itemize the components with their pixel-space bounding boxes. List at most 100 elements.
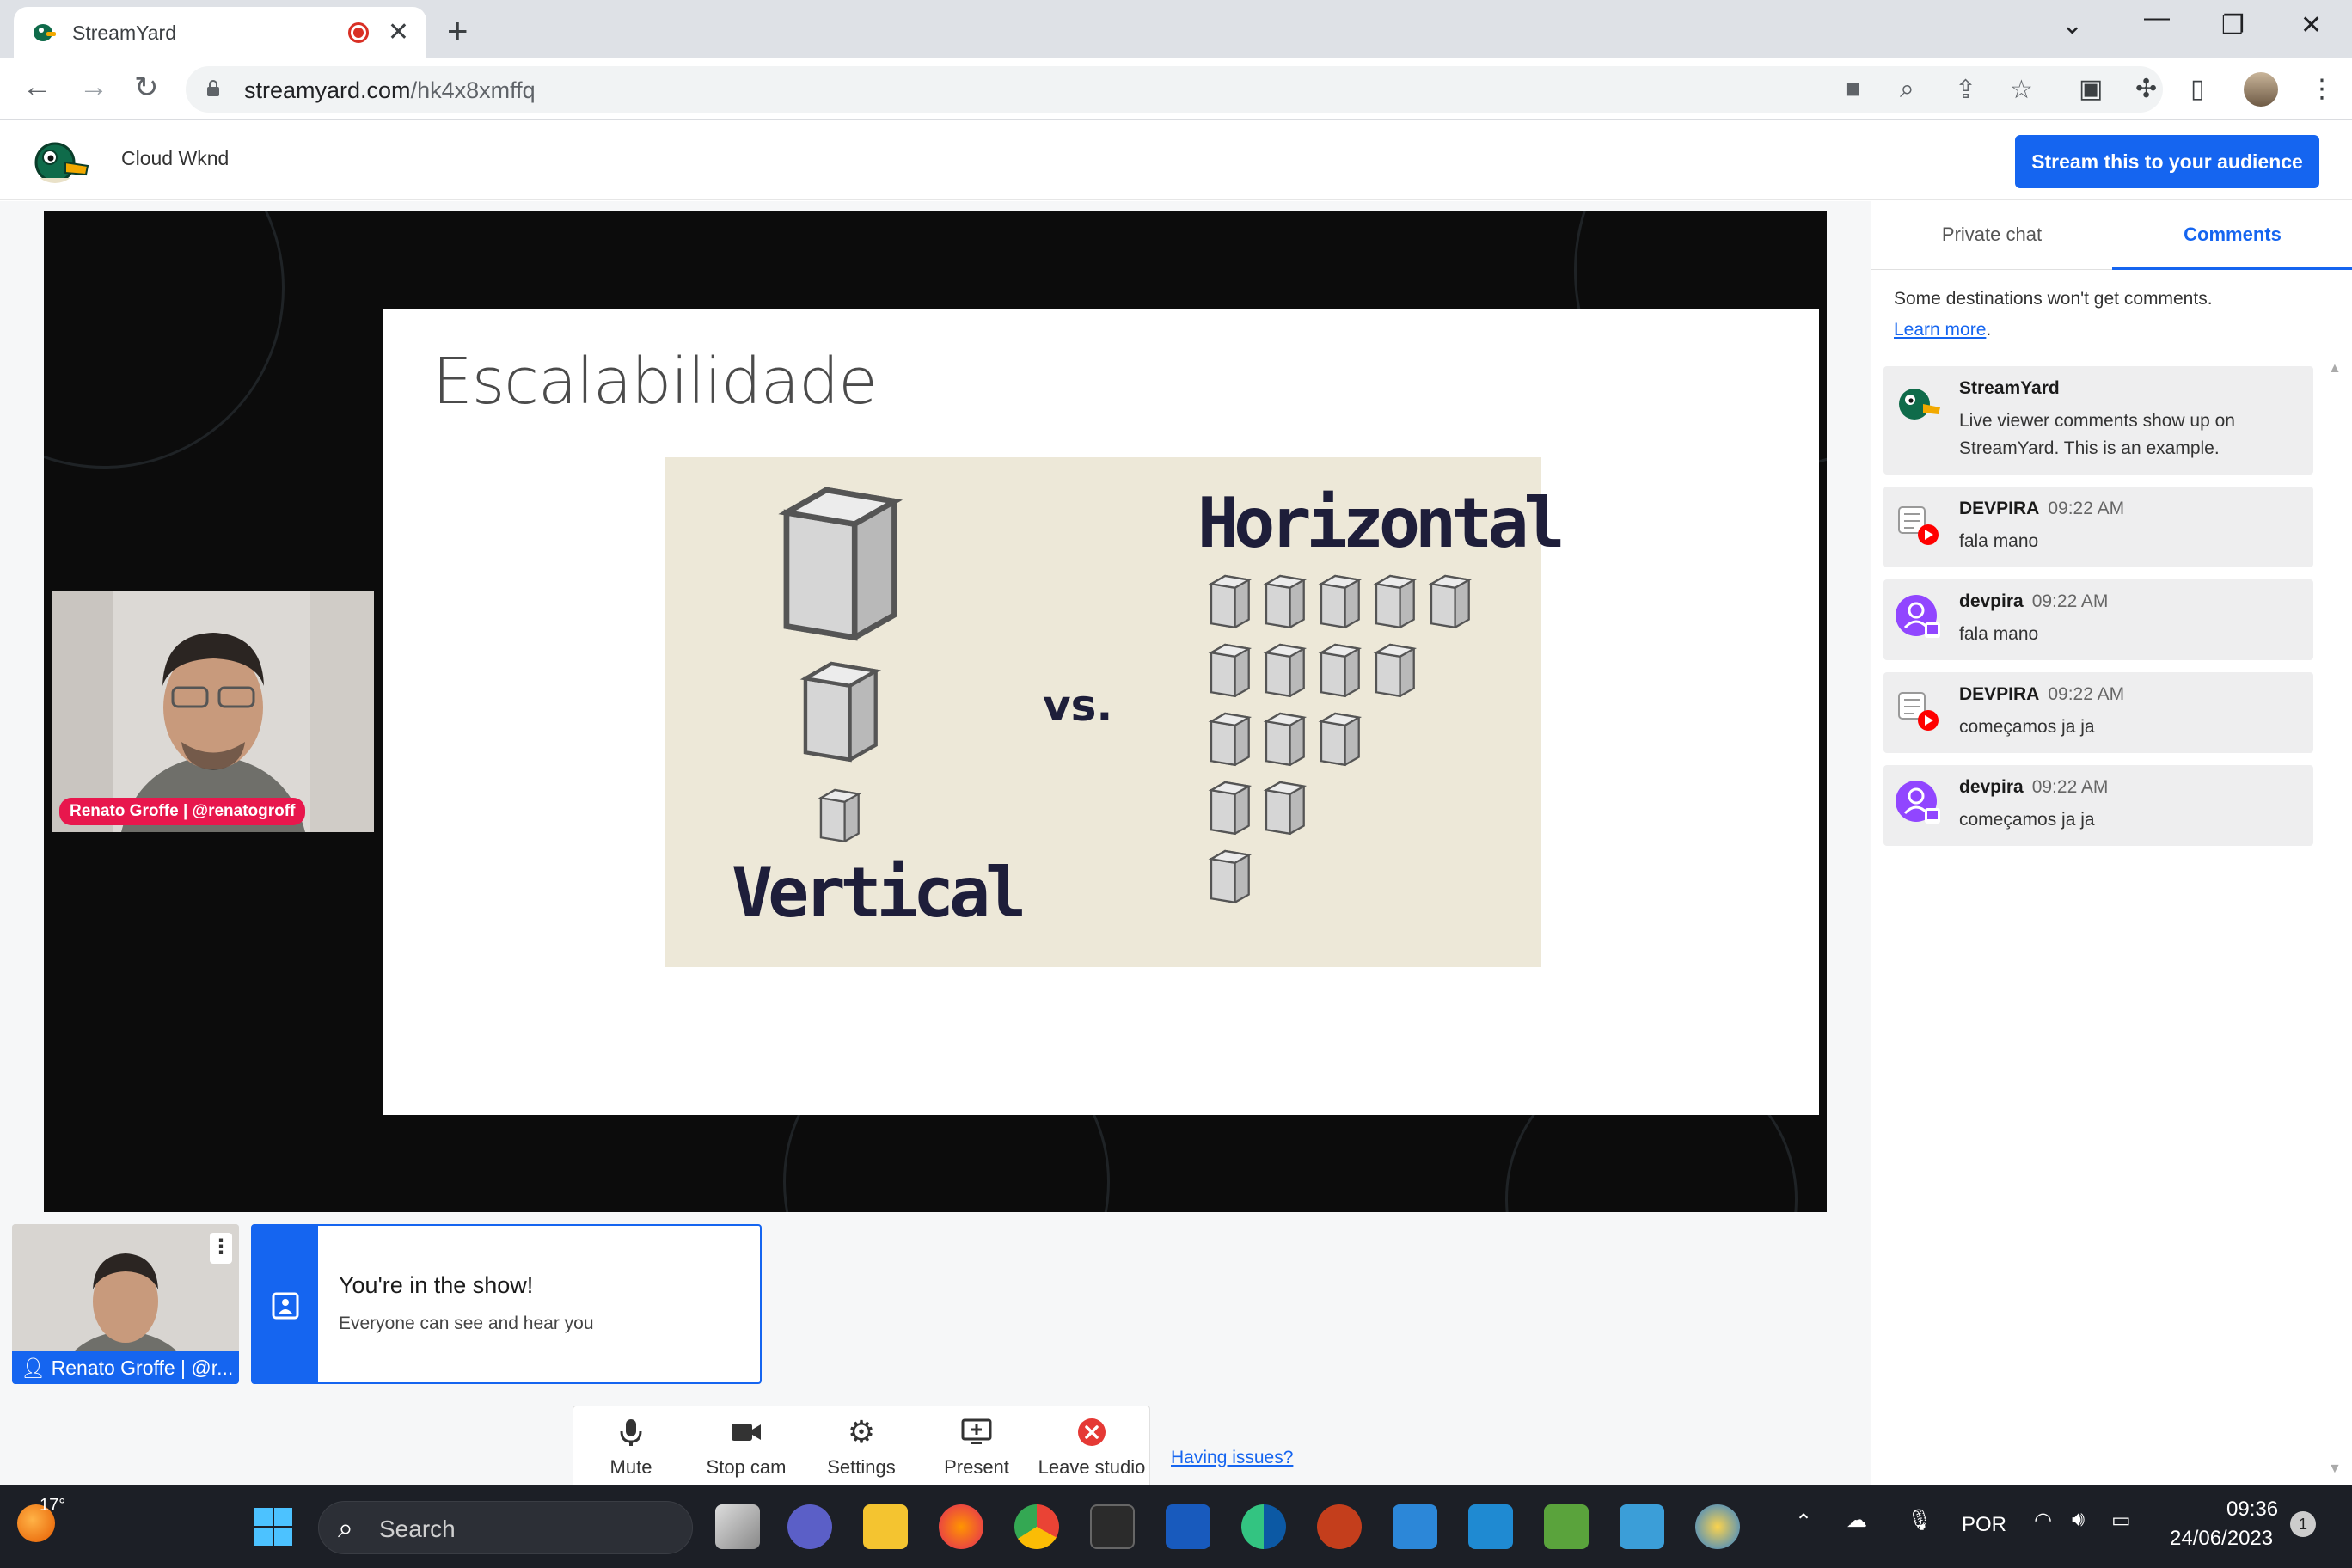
- side-panel-icon[interactable]: ▯: [2190, 74, 2205, 104]
- browser-tab[interactable]: StreamYard ✕: [14, 7, 426, 58]
- clock-time[interactable]: 09:36: [2226, 1498, 2278, 1522]
- restore-button[interactable]: ❐: [2221, 10, 2245, 40]
- address-bar[interactable]: streamyard.com/hk4x8xmffq ■ ⌕ ⇪ ☆: [186, 66, 2163, 113]
- microphone-tray-icon[interactable]: 🎙︎: [1907, 1508, 1932, 1533]
- windows-start-icon[interactable]: [251, 1504, 296, 1549]
- lock-icon: [207, 80, 219, 96]
- battery-icon[interactable]: ▭: [2111, 1508, 2131, 1533]
- word-icon[interactable]: [1166, 1504, 1210, 1549]
- having-issues-link[interactable]: Having issues?: [1171, 1448, 1293, 1468]
- comment-text: começamos ja ja: [1959, 717, 2095, 737]
- url-text: streamyard.com/hk4x8xmffq: [244, 77, 536, 103]
- clock-date[interactable]: 24/06/2023: [2170, 1527, 2273, 1551]
- comment-author: devpira 09:22 AM: [1959, 777, 2109, 797]
- zoom-icon[interactable]: ⌕: [1900, 75, 1914, 104]
- comment-item: StreamYard Live viewer comments show up o…: [1883, 366, 2313, 475]
- comment-time: 09:22 AM: [2031, 777, 2109, 797]
- reload-icon[interactable]: ↻: [134, 70, 159, 105]
- share-icon[interactable]: ⇪: [1955, 75, 1976, 105]
- youtube-user-avatar-icon: [1898, 692, 1939, 731]
- camera-in-use-icon[interactable]: ■: [1845, 75, 1860, 104]
- tab-private-chat[interactable]: Private chat: [1871, 201, 2112, 270]
- bookmark-star-icon[interactable]: ☆: [2010, 75, 2033, 105]
- powerpoint-icon[interactable]: [1317, 1504, 1362, 1549]
- participant-menu-button[interactable]: ⋮: [210, 1233, 232, 1264]
- stream-to-audience-button[interactable]: Stream this to your audience: [2015, 135, 2319, 188]
- paint-icon[interactable]: [1695, 1504, 1740, 1549]
- tab-comments[interactable]: Comments: [2112, 201, 2352, 270]
- leave-studio-button[interactable]: Leave studio: [1034, 1406, 1149, 1486]
- background-decoration: [44, 211, 285, 469]
- tab-title: StreamYard: [72, 21, 177, 44]
- participant-thumbnail[interactable]: ⋮ 👤︎ Renato Groffe | @r...: [12, 1224, 239, 1384]
- picture-in-picture-icon[interactable]: ▣: [2079, 74, 2103, 104]
- gear-icon: ⚙: [847, 1414, 876, 1449]
- notepad-plus-plus-icon[interactable]: [1544, 1504, 1589, 1549]
- person-icon: 👤︎: [21, 1357, 52, 1379]
- show-hidden-icons[interactable]: ⌃: [1795, 1510, 1812, 1534]
- microphone-icon: [620, 1419, 642, 1446]
- minimize-button[interactable]: —: [2144, 3, 2170, 33]
- studio-main: Escalabilidade Horizontal vs. Vertical R…: [0, 201, 1871, 1486]
- terminal-icon[interactable]: [1090, 1504, 1135, 1549]
- presenter-video: [52, 591, 374, 832]
- recording-indicator-icon: [347, 22, 369, 43]
- tab-close-icon[interactable]: ✕: [388, 20, 409, 46]
- chrome-icon[interactable]: [1014, 1504, 1059, 1549]
- comment-item: DEVPIRA 09:22 AM começamos ja ja: [1883, 672, 2313, 753]
- participant-name: 👤︎ Renato Groffe | @r...: [12, 1351, 239, 1384]
- browser-tab-strip: StreamYard ✕ + ⌄ — ❐ ✕: [0, 0, 2352, 58]
- task-view-icon[interactable]: [715, 1504, 760, 1549]
- presenter-camera[interactable]: Renato Groffe | @renatogroff: [52, 591, 374, 832]
- temperature: 17°: [40, 1496, 66, 1515]
- tab-search-icon[interactable]: ⌄: [2061, 10, 2083, 40]
- scroll-down-arrow[interactable]: ▼: [2328, 1461, 2342, 1477]
- twitch-user-avatar-icon: [1896, 781, 1940, 824]
- vertical-label: Vertical: [732, 853, 1026, 933]
- panel-tabs: Private chat Comments: [1871, 201, 2352, 270]
- comment-text: fala mano: [1959, 624, 2039, 644]
- taskbar: 17° ⌕ Search ⌃ ☁ 🎙︎ POR ◠ 🔊︎ ▭ 09:36 24/…: [0, 1485, 2352, 1568]
- in-show-subtitle: Everyone can see and hear you: [339, 1314, 594, 1333]
- comment-author: DEVPIRA 09:22 AM: [1959, 499, 2125, 518]
- forward-icon[interactable]: →: [79, 70, 108, 104]
- close-window-button[interactable]: ✕: [2300, 10, 2322, 40]
- scroll-up-arrow[interactable]: ▲: [2328, 361, 2342, 377]
- scalability-diagram: Horizontal vs. Vertical: [665, 457, 1565, 967]
- azure-storage-explorer-icon[interactable]: [1393, 1504, 1437, 1549]
- notification-badge[interactable]: 1: [2290, 1511, 2316, 1537]
- comment-text: Live viewer comments show up on StreamYa…: [1959, 411, 2235, 458]
- profile-avatar[interactable]: [2244, 72, 2278, 107]
- broadcast-canvas: Escalabilidade Horizontal vs. Vertical R…: [44, 211, 1827, 1212]
- extensions-icon[interactable]: ✣: [2135, 74, 2157, 104]
- volume-icon[interactable]: 🔊︎: [2072, 1508, 2085, 1532]
- vscode-icon[interactable]: [1468, 1504, 1513, 1549]
- stop-cam-button[interactable]: Stop cam: [689, 1406, 804, 1486]
- language-indicator[interactable]: POR: [1962, 1513, 2006, 1537]
- file-explorer-icon[interactable]: [863, 1504, 908, 1549]
- comment-author: StreamYard: [1959, 378, 2060, 398]
- firefox-icon[interactable]: [939, 1504, 983, 1549]
- settings-button[interactable]: ⚙ Settings: [804, 1406, 919, 1486]
- mute-button[interactable]: Mute: [573, 1406, 689, 1486]
- notepad-icon[interactable]: [1620, 1504, 1664, 1549]
- edge-icon[interactable]: [1241, 1504, 1286, 1549]
- in-show-title: You're in the show!: [339, 1272, 534, 1298]
- taskbar-search[interactable]: ⌕ Search: [318, 1501, 693, 1554]
- wifi-icon[interactable]: ◠: [2034, 1508, 2052, 1533]
- browser-menu-icon[interactable]: ⋮: [2309, 74, 2335, 104]
- comment-author: devpira 09:22 AM: [1959, 591, 2109, 611]
- shared-slide: Escalabilidade Horizontal vs. Vertical: [383, 309, 1819, 1115]
- teams-chat-icon[interactable]: [787, 1504, 832, 1549]
- back-icon[interactable]: ←: [22, 70, 52, 104]
- present-screen-icon: [961, 1418, 992, 1444]
- streamyard-avatar-icon: [1899, 389, 1940, 420]
- new-tab-button[interactable]: +: [447, 10, 469, 52]
- on-stage-icon: [272, 1292, 299, 1320]
- studio-controls: Mute Stop cam ⚙ Settings Present Leave s…: [573, 1406, 1150, 1486]
- youtube-user-avatar-icon: [1898, 506, 1939, 545]
- present-button[interactable]: Present: [919, 1406, 1034, 1486]
- learn-more-link[interactable]: Learn more: [1894, 320, 1986, 340]
- onedrive-cloud-icon[interactable]: ☁: [1847, 1508, 1867, 1533]
- comments-list: StreamYard Live viewer comments show up o…: [1883, 366, 2313, 858]
